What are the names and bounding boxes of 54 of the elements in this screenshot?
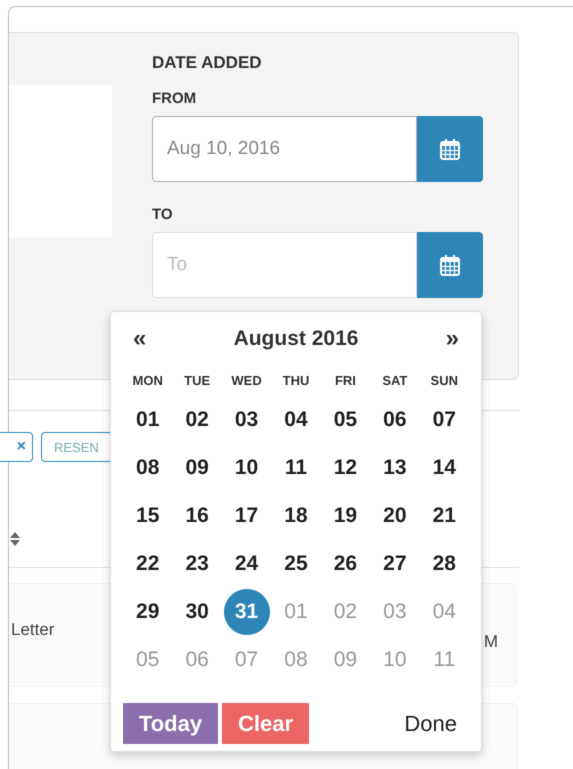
day-button[interactable]: 15 bbox=[124, 493, 171, 539]
day-button[interactable]: 22 bbox=[124, 541, 171, 587]
day-button[interactable]: 14 bbox=[421, 445, 468, 491]
weekday-label: WED bbox=[230, 372, 263, 390]
weekday-label: SAT bbox=[381, 372, 408, 390]
footer-button[interactable]: Today bbox=[123, 703, 218, 744]
day-button[interactable]: 16 bbox=[174, 493, 220, 539]
table-cell: M bbox=[484, 632, 498, 652]
calendar-icon bbox=[440, 138, 460, 160]
calendar-button[interactable] bbox=[417, 232, 483, 298]
weekday-label: TUE bbox=[183, 372, 212, 390]
weekday-label: MON bbox=[132, 372, 164, 390]
day-button[interactable]: 25 bbox=[272, 541, 319, 587]
sort-icon[interactable] bbox=[10, 532, 20, 546]
to-date-field[interactable]: To bbox=[152, 232, 417, 298]
next-month-button[interactable]: » bbox=[440, 325, 465, 353]
from-date-field[interactable]: Aug 10, 2016 bbox=[152, 116, 417, 182]
day-button[interactable]: 03 bbox=[224, 397, 270, 443]
day-button[interactable]: 29 bbox=[124, 589, 171, 635]
previous-month-button[interactable]: « bbox=[127, 325, 152, 353]
calendar-icon bbox=[440, 254, 460, 276]
table-cell: Letter bbox=[11, 620, 54, 640]
month-title: August 2016 bbox=[234, 327, 358, 351]
day-button[interactable]: 26 bbox=[322, 541, 368, 587]
day-button[interactable]: 31 bbox=[224, 589, 270, 635]
action-button[interactable]: × bbox=[0, 432, 33, 462]
day-button[interactable]: 27 bbox=[372, 541, 418, 587]
day-button[interactable]: 23 bbox=[174, 541, 220, 587]
weekday-label: THU bbox=[282, 372, 310, 390]
day-button[interactable]: 17 bbox=[224, 493, 270, 539]
day-button[interactable]: 05 bbox=[322, 397, 368, 443]
day-button[interactable]: 07 bbox=[421, 397, 468, 443]
day-button[interactable]: 02 bbox=[174, 397, 220, 443]
day-button[interactable]: 04 bbox=[272, 397, 319, 443]
day-button[interactable]: 21 bbox=[421, 493, 468, 539]
day-button[interactable]: 19 bbox=[322, 493, 368, 539]
day-button[interactable]: 12 bbox=[322, 445, 368, 491]
weekday-label: SUN bbox=[430, 372, 459, 390]
day-button[interactable]: 18 bbox=[272, 493, 319, 539]
calendar-button[interactable] bbox=[417, 116, 483, 182]
day-button[interactable]: 09 bbox=[174, 445, 220, 491]
section-title: DATE ADDED bbox=[152, 53, 263, 73]
field-label: TO bbox=[152, 206, 174, 223]
weekday-label: FRI bbox=[334, 372, 357, 390]
field-label: FROM bbox=[152, 90, 198, 107]
day-button[interactable]: 28 bbox=[421, 541, 468, 587]
day-button[interactable]: 06 bbox=[372, 397, 418, 443]
day-button[interactable]: 24 bbox=[224, 541, 270, 587]
day-button[interactable]: 13 bbox=[372, 445, 418, 491]
day-button[interactable]: 10 bbox=[224, 445, 270, 491]
day-button[interactable]: 20 bbox=[372, 493, 418, 539]
footer-button[interactable]: Done bbox=[392, 703, 469, 744]
day-button[interactable]: 11 bbox=[272, 445, 319, 491]
day-button[interactable]: 30 bbox=[174, 589, 220, 635]
